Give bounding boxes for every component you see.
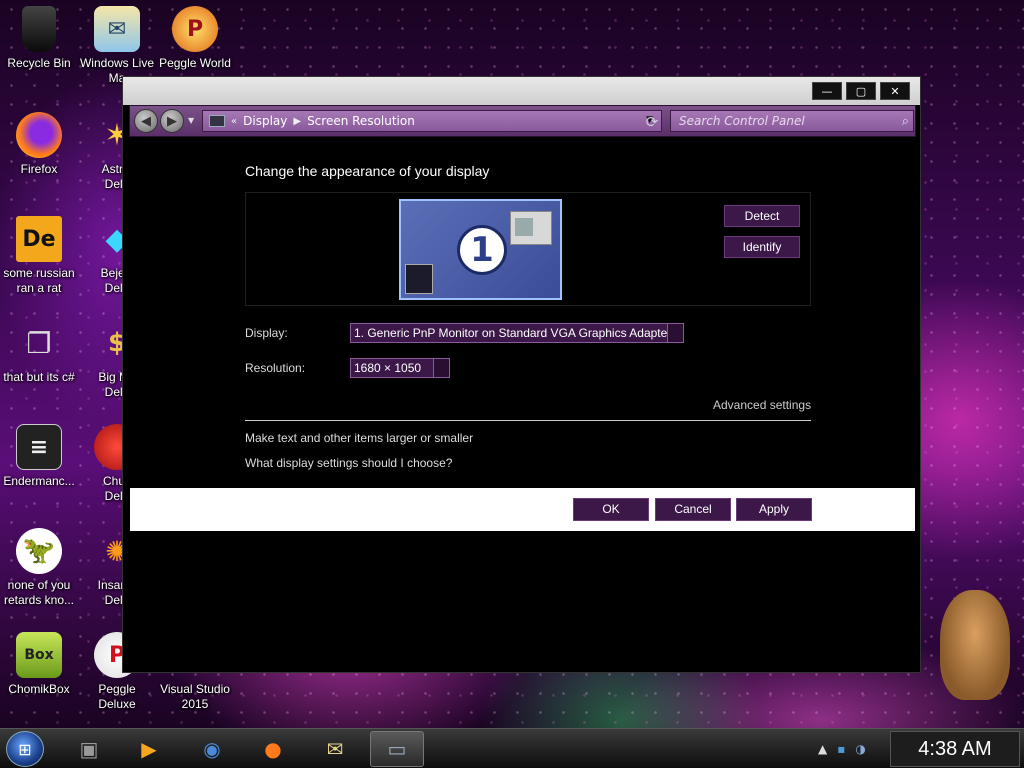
taskbar-media-player-icon[interactable]: ▶ xyxy=(122,731,176,767)
maximize-button[interactable]: ▢ xyxy=(846,82,876,100)
monitor-number: 1 xyxy=(457,225,507,275)
resolution-select[interactable]: 1680 × 1050 xyxy=(350,358,450,378)
system-tray: ▲ ▪ ◑ xyxy=(812,733,888,765)
button-bar: OK Cancel Apply xyxy=(130,488,915,531)
control-panel-icon xyxy=(209,115,225,127)
minimize-button[interactable]: — xyxy=(812,82,842,100)
divider xyxy=(245,420,811,421)
document-icon: ≡ xyxy=(16,424,62,470)
page-title: Change the appearance of your display xyxy=(245,163,490,179)
desktop-icon-windows-live-mail[interactable]: ✉ Windows Live Ma xyxy=(78,6,156,86)
forward-button[interactable]: ▶ xyxy=(160,109,184,133)
text-size-link[interactable]: Make text and other items larger or smal… xyxy=(245,431,473,445)
peggle-world-icon: P xyxy=(172,6,218,52)
apply-button[interactable]: Apply xyxy=(736,498,812,521)
advanced-settings-link[interactable]: Advanced settings xyxy=(713,398,811,412)
display-label: Display: xyxy=(245,326,288,340)
screen-resolution-window: — ▢ ✕ ◀ ▶ ▼ « Display ▶ Screen Resolutio… xyxy=(122,76,921,673)
desktop-icon-dino[interactable]: 🦖 none of you retards kno... xyxy=(0,528,78,608)
taskbar-mail-icon[interactable]: ✉ xyxy=(308,731,362,767)
volume-tray-icon[interactable]: ◑ xyxy=(855,742,865,756)
search-input[interactable]: Search Control Panel ⌕ xyxy=(670,110,914,132)
windows-live-mail-icon: ✉ xyxy=(94,6,140,52)
desktop-icon-de[interactable]: De some russian ran a rat xyxy=(0,216,78,296)
monitor-1-icon[interactable]: 1 xyxy=(399,199,562,300)
search-placeholder: Search Control Panel xyxy=(679,114,805,128)
display-help-link[interactable]: What display settings should I choose? xyxy=(245,456,452,470)
desktop-icon-peggle-world[interactable]: P Peggle World xyxy=(156,6,234,71)
navigation-bar: ◀ ▶ ▼ « Display ▶ Screen Resolution ▼ ⟳ … xyxy=(129,105,916,137)
taskbar-firefox-icon[interactable]: ● xyxy=(246,731,300,767)
taskbar-terminal-icon[interactable]: ▣ xyxy=(62,731,116,767)
taskbar-network-globe-icon[interactable]: ◉ xyxy=(185,731,239,767)
ok-button[interactable]: OK xyxy=(573,498,649,521)
dino-icon: 🦖 xyxy=(16,528,62,574)
title-bar[interactable]: — ▢ ✕ xyxy=(123,77,920,105)
network-tray-icon[interactable]: ▪ xyxy=(837,742,845,756)
chevron-down-icon xyxy=(433,359,449,377)
desktop-icon-recycle-bin[interactable]: Recycle Bin xyxy=(0,6,78,71)
start-button[interactable]: ⊞ xyxy=(6,731,44,767)
taskbar-display-settings-icon[interactable]: ▭ xyxy=(370,731,424,767)
close-button[interactable]: ✕ xyxy=(880,82,910,100)
detect-button[interactable]: Detect xyxy=(724,205,800,227)
monitor-window-icon xyxy=(510,211,552,245)
copy-windows-icon: ❐ xyxy=(26,326,52,360)
chevron-down-icon xyxy=(667,324,683,342)
hamster-image xyxy=(940,590,1010,700)
monitor-sidebar-icon xyxy=(405,264,433,294)
breadcrumb-overflow[interactable]: « xyxy=(231,116,237,127)
cancel-button[interactable]: Cancel xyxy=(655,498,731,521)
resolution-select-value: 1680 × 1050 xyxy=(354,361,422,375)
desktop-icon-firefox[interactable]: Firefox xyxy=(0,112,78,177)
recent-pages-dropdown[interactable]: ▼ xyxy=(188,116,196,125)
breadcrumb-screen-resolution[interactable]: Screen Resolution xyxy=(307,114,415,128)
breadcrumb-arrow-icon: ▶ xyxy=(293,115,302,127)
identify-button[interactable]: Identify xyxy=(724,236,800,258)
back-button[interactable]: ◀ xyxy=(134,109,158,133)
breadcrumb-display[interactable]: Display xyxy=(243,114,287,128)
chomikbox-icon: Box xyxy=(16,632,62,678)
tray-expand-icon[interactable]: ▲ xyxy=(818,742,827,756)
de-icon: De xyxy=(16,216,62,262)
search-icon[interactable]: ⌕ xyxy=(902,112,909,132)
taskbar-clock[interactable]: 4:38 AM xyxy=(890,731,1020,767)
refresh-icon[interactable]: ⟳ xyxy=(642,112,662,132)
desktop-icon-chomikbox[interactable]: Box ChomikBox xyxy=(0,632,78,697)
display-select-value: 1. Generic PnP Monitor on Standard VGA G… xyxy=(354,326,672,340)
recycle-bin-icon xyxy=(22,6,56,52)
desktop-icon-endermanch[interactable]: ≡ Endermanc... xyxy=(0,424,78,489)
firefox-icon xyxy=(16,112,62,158)
monitor-panel: 1 Detect Identify xyxy=(245,192,811,306)
display-select[interactable]: 1. Generic PnP Monitor on Standard VGA G… xyxy=(350,323,684,343)
breadcrumb[interactable]: « Display ▶ Screen Resolution ▼ xyxy=(202,110,662,132)
resolution-label: Resolution: xyxy=(245,361,306,375)
taskbar: ⊞ ▣ ▶ ◉ ● ✉ ▭ ▲ ▪ ◑ 4:38 AM xyxy=(0,728,1024,768)
desktop-icon-copy[interactable]: ❐ that but its c# xyxy=(0,320,78,385)
